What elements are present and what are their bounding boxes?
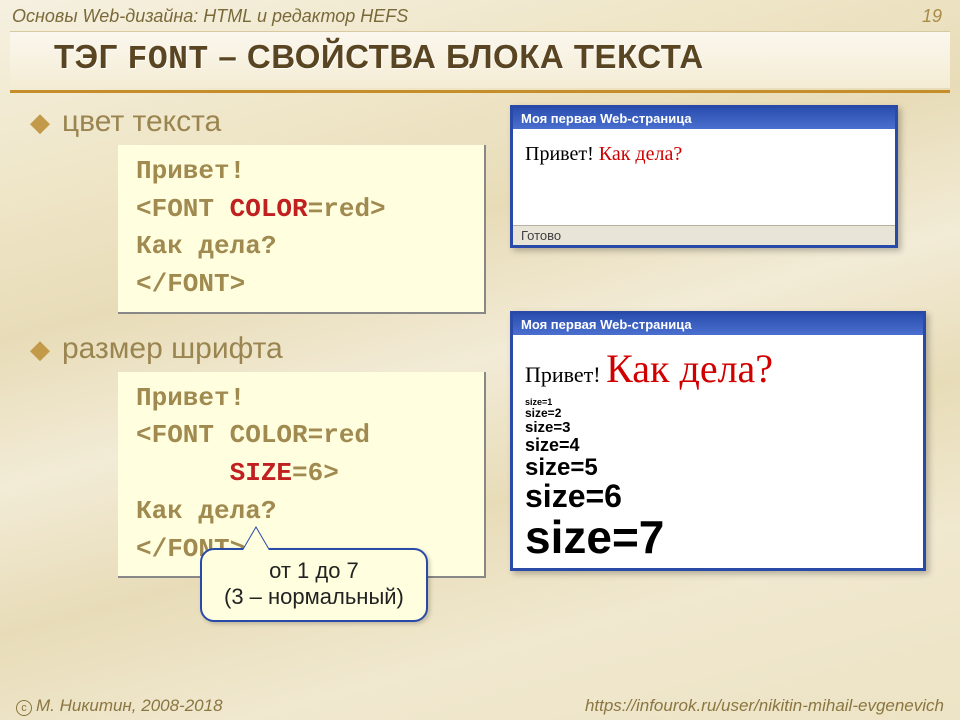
size-sample: size=2	[525, 407, 911, 420]
callout-tail-icon	[242, 528, 270, 552]
font-size-samples: size=1 size=2 size=3 size=4 size=5 size=…	[525, 398, 911, 562]
window-title: Моя первая Web-страница	[513, 314, 923, 335]
doc-title: Основы Web-дизайна: HTML и редактор HEFS	[12, 6, 408, 27]
size-sample: size=1	[525, 398, 911, 407]
bullet-color-label: цвет текста	[62, 105, 221, 139]
slide-title: ТЭГ FONT – СВОЙСТВА БЛОКА ТЕКСТА	[54, 38, 950, 78]
footer-url: https://infourok.ru/user/nikitin-mihail-…	[585, 696, 944, 716]
copyright-icon: c	[16, 700, 32, 716]
window-title: Моя первая Web-страница	[513, 108, 895, 129]
bullet-icon: ◆	[30, 336, 50, 362]
size-sample: size=7	[525, 513, 911, 561]
window-status: Готово	[513, 225, 895, 245]
bullet-size-label: размер шрифта	[62, 332, 283, 366]
page-number: 19	[922, 6, 942, 27]
code-box-color: Привет! <FONT COLOR=red> Как дела? </FON…	[118, 145, 486, 314]
size-sample: size=6	[525, 480, 911, 514]
browser-window-2: Моя первая Web-страница Привет! Как дела…	[510, 311, 926, 571]
slide-title-bar: ТЭГ FONT – СВОЙСТВА БЛОКА ТЕКСТА	[10, 31, 950, 88]
size-sample: size=5	[525, 455, 911, 480]
bullet-icon: ◆	[30, 109, 50, 135]
footer-author: cМ. Никитин, 2008-2018	[16, 696, 223, 716]
size-sample: size=4	[525, 436, 911, 455]
footer: cМ. Никитин, 2008-2018 https://infourok.…	[0, 696, 960, 716]
callout-size-range: от 1 до 7 (3 – нормальный)	[200, 548, 428, 622]
browser-window-1: Моя первая Web-страница Привет! Как дела…	[510, 105, 898, 248]
window-body: Привет! Как дела? size=1 size=2 size=3 s…	[513, 335, 923, 568]
window-body: Привет! Как дела?	[513, 129, 895, 225]
size-sample: size=3	[525, 420, 911, 436]
